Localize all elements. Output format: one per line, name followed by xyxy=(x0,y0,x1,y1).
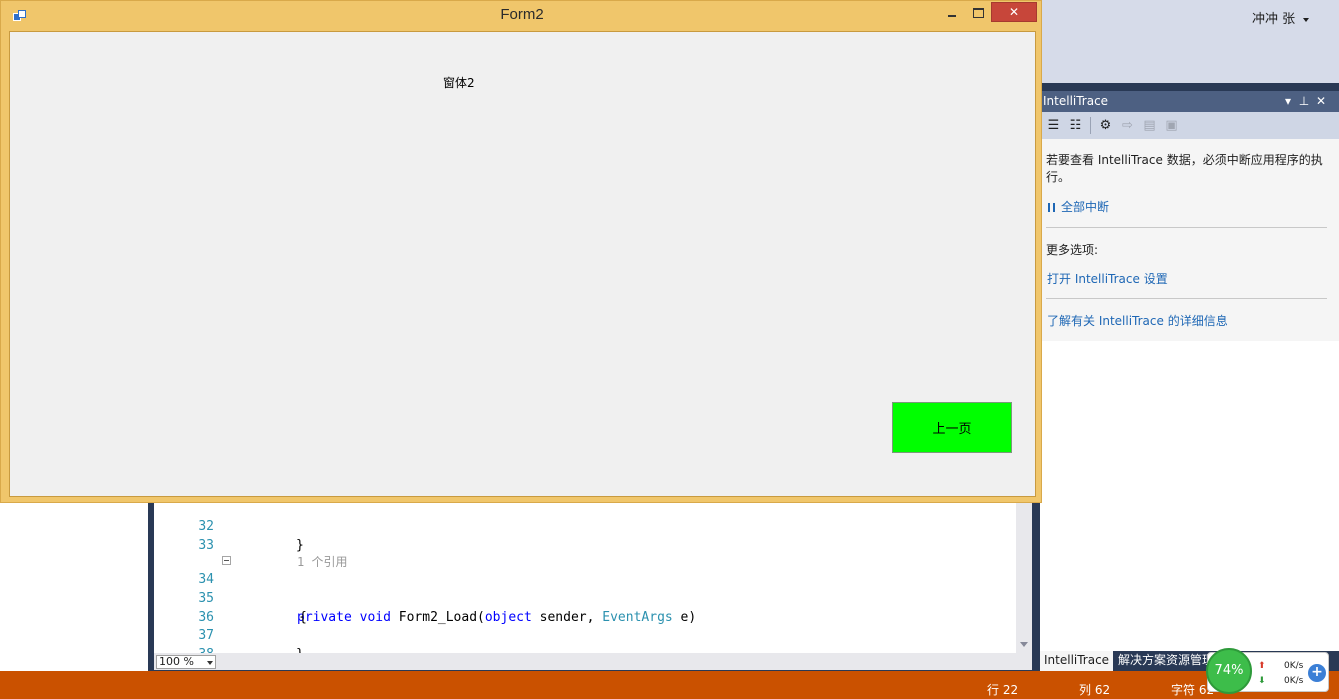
document-icon[interactable]: ▤ xyxy=(1141,117,1158,134)
intellitrace-empty-area xyxy=(1040,341,1339,651)
code-line: 34 private void Form2_Load(object sender… xyxy=(154,551,1016,625)
intellitrace-header: IntelliTrace ▾ ⊥ ✕ xyxy=(1040,91,1339,112)
gear-icon[interactable]: ⚙ xyxy=(1097,117,1114,134)
line-number: 38 xyxy=(184,645,214,653)
open-settings-link[interactable]: 打开 IntelliTrace 设置 xyxy=(1047,270,1168,287)
intellitrace-message: 若要查看 IntelliTrace 数据，必须中断应用程序的执行。 xyxy=(1046,153,1323,184)
code-line: 36 xyxy=(154,589,1016,625)
learn-more-link[interactable]: 了解有关 IntelliTrace 的详细信息 xyxy=(1047,312,1228,329)
code-line: 37 } xyxy=(154,607,1016,653)
zoom-select[interactable]: 100 % xyxy=(156,655,216,669)
form2-client-area: 窗体2 上一页 xyxy=(9,31,1036,497)
form2-window: Form2 ✕ 窗体2 上一页 xyxy=(0,0,1042,503)
toolbar-divider xyxy=(1090,117,1091,134)
scroll-down-icon[interactable] xyxy=(1020,642,1028,647)
user-account-menu[interactable]: 冲冲 张 xyxy=(1252,8,1310,27)
status-col: 列 62 xyxy=(1079,683,1111,697)
intellitrace-body: 若要查看 IntelliTrace 数据，必须中断应用程序的执行。 全部中断 更… xyxy=(1040,139,1339,341)
arrow-up-icon: ⬆ xyxy=(1258,661,1266,671)
code-text: } xyxy=(296,645,304,653)
close-button[interactable]: ✕ xyxy=(991,2,1037,22)
zoom-value: 100 % xyxy=(159,655,194,668)
maximize-button[interactable] xyxy=(967,4,989,22)
code-line: 35 { xyxy=(154,570,1016,625)
arrow-down-icon: ⬇ xyxy=(1258,676,1266,686)
plus-icon[interactable]: + xyxy=(1308,664,1326,682)
dropdown-icon[interactable]: ▾ xyxy=(1280,93,1296,109)
code-line: 38 } xyxy=(154,626,1016,653)
minimize-button[interactable] xyxy=(941,4,963,22)
pin-icon[interactable]: ⊥ xyxy=(1296,93,1312,109)
more-options-label: 更多选项: xyxy=(1046,243,1099,257)
window-title: Form2 xyxy=(500,6,544,23)
collapse-toggle-icon[interactable] xyxy=(222,556,231,565)
intellitrace-toolbar: ☰ ☷ ⚙ ⇨ ▤ ▣ xyxy=(1040,112,1339,139)
close-icon[interactable]: ✕ xyxy=(1313,93,1329,109)
chevron-down-icon xyxy=(207,661,213,665)
divider xyxy=(1046,298,1327,299)
arrow-right-icon[interactable]: ⇨ xyxy=(1119,117,1136,134)
divider xyxy=(1046,227,1327,228)
save-icon[interactable]: ▣ xyxy=(1163,117,1180,134)
previous-page-button[interactable]: 上一页 xyxy=(892,402,1012,453)
vertical-scrollbar[interactable] xyxy=(1016,490,1032,653)
chevron-down-icon xyxy=(1303,17,1310,22)
usage-gauge[interactable]: 74% xyxy=(1206,648,1252,694)
break-all-label: 全部中断 xyxy=(1061,200,1110,214)
pause-icon xyxy=(1048,203,1055,212)
upload-value: 0K/s xyxy=(1284,661,1304,671)
break-all-link[interactable]: 全部中断 xyxy=(1048,198,1109,215)
list-view-icon[interactable]: ☰ xyxy=(1045,117,1062,134)
tab-intellitrace[interactable]: IntelliTrace xyxy=(1040,651,1114,671)
horizontal-scrollbar[interactable] xyxy=(154,653,1032,670)
tree-view-icon[interactable]: ☷ xyxy=(1067,117,1084,134)
download-value: 0K/s xyxy=(1284,676,1304,686)
status-row: 行 22 xyxy=(987,683,1019,697)
panel-title: IntelliTrace xyxy=(1043,94,1109,108)
user-name: 冲冲 张 xyxy=(1252,12,1296,27)
code-editor[interactable]: 32 } 33 1 个引用 34 private void Form2_Load… xyxy=(154,490,1016,653)
status-bar: 行 22 列 62 字符 62 Ins xyxy=(0,671,1339,699)
form-label: 窗体2 xyxy=(443,76,475,90)
